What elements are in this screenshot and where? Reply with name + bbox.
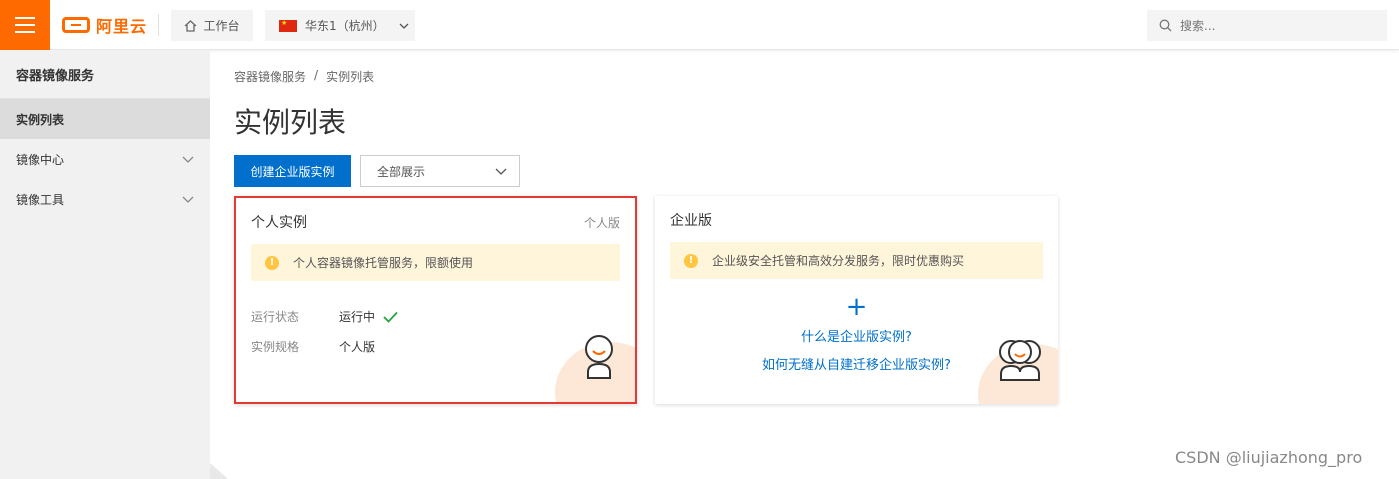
breadcrumb-separator: / bbox=[314, 68, 319, 82]
chevron-down-icon bbox=[495, 168, 507, 175]
workbench-button[interactable]: 工作台 bbox=[171, 10, 253, 41]
sidebar-item-label: 实例列表 bbox=[16, 112, 65, 127]
card-header: 企业版 bbox=[670, 210, 1043, 230]
breadcrumb-item[interactable]: 容器镜像服务 bbox=[234, 68, 306, 85]
brand-name: 阿里云 bbox=[96, 17, 148, 36]
menu-icon[interactable] bbox=[0, 0, 50, 50]
breadcrumb: 容器镜像服务 / 实例列表 bbox=[234, 68, 374, 85]
spec-value: 个人版 bbox=[339, 340, 376, 354]
divider bbox=[158, 14, 159, 36]
status-row: 运行状态 运行中 bbox=[251, 308, 398, 325]
spec-row: 实例规格 个人版 bbox=[251, 338, 375, 355]
sidebar-item-image-tools[interactable]: 镜像工具 bbox=[0, 179, 210, 219]
home-icon bbox=[185, 19, 197, 32]
sidebar-collapse-handle[interactable] bbox=[210, 463, 228, 479]
sidebar-title: 容器镜像服务 bbox=[0, 51, 210, 99]
status-label: 运行状态 bbox=[251, 310, 300, 324]
instance-filter-select[interactable]: 全部展示 bbox=[360, 155, 520, 187]
search-box[interactable] bbox=[1147, 10, 1387, 41]
breadcrumb-item: 实例列表 bbox=[326, 70, 375, 84]
card-title: 企业版 bbox=[670, 213, 712, 229]
warning-icon: ! bbox=[684, 253, 698, 268]
aliyun-logo-icon bbox=[62, 17, 90, 33]
aliyun-logo[interactable]: 阿里云 bbox=[62, 14, 147, 36]
card-header: 个人实例 个人版 bbox=[251, 212, 620, 232]
person-avatar-icon bbox=[585, 335, 613, 379]
search-icon bbox=[1159, 19, 1172, 32]
search-input[interactable] bbox=[1180, 18, 1370, 33]
spec-label: 实例规格 bbox=[251, 340, 300, 354]
warning-icon: ! bbox=[265, 255, 279, 270]
notice-banner: ! 企业级安全托管和高效分发服务，限时优惠购买 bbox=[670, 242, 1043, 279]
notice-text: 企业级安全托管和高效分发服务，限时优惠购买 bbox=[712, 254, 965, 268]
notice-banner: ! 个人容器镜像托管服务，限额使用 bbox=[251, 244, 620, 281]
chevron-down-icon bbox=[399, 23, 409, 29]
status-value: 运行中 bbox=[339, 310, 376, 324]
region-label: 华东1（杭州） bbox=[305, 19, 385, 33]
create-enterprise-instance-button[interactable]: 创建企业版实例 bbox=[234, 155, 351, 187]
page-title: 实例列表 bbox=[234, 106, 347, 139]
edition-tag: 个人版 bbox=[583, 215, 620, 230]
select-value: 全部展示 bbox=[377, 164, 426, 179]
sidebar-item-instance-list[interactable]: 实例列表 bbox=[0, 99, 210, 139]
sidebar-item-label: 镜像中心 bbox=[16, 152, 65, 167]
personal-instance-card[interactable]: 个人实例 个人版 ! 个人容器镜像托管服务，限额使用 运行状态 运行中 实例规格… bbox=[234, 196, 637, 404]
china-flag-icon bbox=[279, 19, 297, 32]
watermark: CSDN @liujiazhong_pro bbox=[1175, 448, 1363, 467]
notice-text: 个人容器镜像托管服务，限额使用 bbox=[293, 256, 474, 270]
workbench-label: 工作台 bbox=[203, 19, 240, 33]
top-navbar: 阿里云 工作台 华东1（杭州） bbox=[0, 0, 1399, 50]
add-icon[interactable]: + bbox=[655, 294, 1058, 320]
chevron-down-icon bbox=[182, 156, 194, 163]
chevron-down-icon bbox=[182, 196, 194, 203]
sidebar-item-image-center[interactable]: 镜像中心 bbox=[0, 139, 210, 179]
card-title: 个人实例 bbox=[251, 215, 307, 231]
check-icon bbox=[383, 311, 398, 323]
enterprise-instance-card[interactable]: 企业版 ! 企业级安全托管和高效分发服务，限时优惠购买 + 什么是企业版实例? … bbox=[655, 196, 1058, 404]
group-avatar-icon bbox=[999, 340, 1041, 381]
region-selector[interactable]: 华东1（杭州） bbox=[265, 10, 415, 41]
sidebar: 容器镜像服务 实例列表 镜像中心 镜像工具 bbox=[0, 51, 210, 479]
sidebar-item-label: 镜像工具 bbox=[16, 192, 65, 207]
